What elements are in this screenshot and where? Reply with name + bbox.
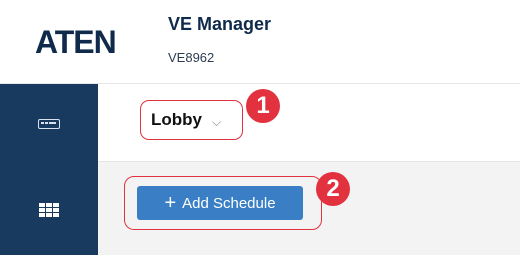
app-window: ATEN VE Manager VE8962 Lobby ⌵ + Add Sch… (0, 0, 520, 255)
plus-icon: + (164, 192, 177, 214)
device-model: VE8962 (168, 50, 215, 65)
location-dropdown-label: Lobby (151, 110, 202, 129)
callout-badge-1: 1 (246, 89, 280, 123)
app-header: ATEN VE Manager VE8962 (0, 0, 520, 84)
app-title: VE Manager (168, 14, 272, 34)
add-schedule-label: Add Schedule (182, 194, 276, 212)
grid-layout-icon[interactable] (36, 203, 62, 217)
chevron-down-icon: ⌵ (212, 114, 222, 129)
callout-badge-2: 2 (316, 172, 350, 206)
logo-text: ATEN (35, 24, 117, 60)
kvm-device-icon[interactable] (36, 117, 62, 131)
sidebar (0, 84, 98, 255)
aten-logo: ATEN (35, 22, 117, 62)
location-dropdown[interactable]: Lobby ⌵ (140, 100, 243, 140)
add-schedule-button[interactable]: + Add Schedule (137, 186, 303, 220)
